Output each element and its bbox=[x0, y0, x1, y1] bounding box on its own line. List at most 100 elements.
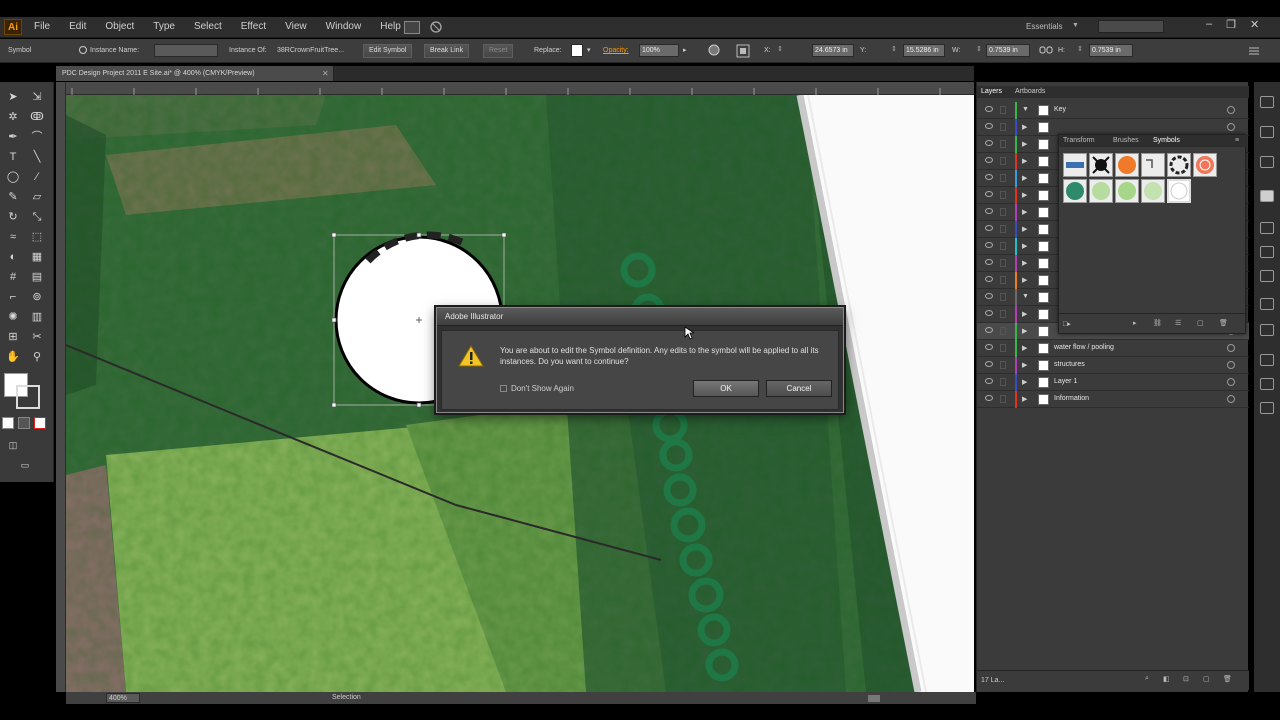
lock-toggle-icon[interactable] bbox=[1000, 208, 1006, 216]
zoom-tool-icon[interactable]: ⚲ bbox=[28, 348, 46, 366]
lock-toggle-icon[interactable] bbox=[1000, 259, 1006, 267]
visibility-eye-icon[interactable] bbox=[985, 395, 993, 401]
target-icon[interactable] bbox=[1227, 123, 1235, 131]
lock-toggle-icon[interactable] bbox=[1000, 395, 1006, 403]
menu-window[interactable]: Window bbox=[326, 21, 362, 32]
delete-layer-icon[interactable]: 🗑 bbox=[1223, 675, 1232, 683]
blend-tool-icon[interactable]: ⊚ bbox=[28, 288, 46, 306]
artboard-tool-icon[interactable]: ⊞ bbox=[4, 328, 22, 346]
type-tool-icon[interactable]: T bbox=[4, 148, 22, 166]
checkbox-icon[interactable] bbox=[500, 385, 507, 392]
target-icon[interactable] bbox=[1227, 344, 1235, 352]
ellipse-tool-icon[interactable]: ◯ bbox=[4, 168, 22, 186]
lock-toggle-icon[interactable] bbox=[1000, 140, 1006, 148]
delete-symbol-icon[interactable]: 🗑 bbox=[1219, 319, 1228, 327]
new-symbol-icon[interactable]: ▢ bbox=[1197, 319, 1204, 327]
lock-toggle-icon[interactable] bbox=[1000, 174, 1006, 182]
h-stepper-icon[interactable]: ⇕ bbox=[1077, 45, 1083, 53]
symbol-libraries-menu[interactable]: □▸ bbox=[1063, 320, 1071, 328]
recolor-icon[interactable] bbox=[708, 44, 720, 56]
chevron-right-icon[interactable]: ▶ bbox=[1022, 208, 1027, 216]
align-panel-icon[interactable] bbox=[1260, 354, 1274, 366]
curvature-tool-icon[interactable]: ⌒ bbox=[28, 128, 46, 146]
dont-show-again-checkbox[interactable]: Don't Show Again bbox=[500, 384, 574, 393]
align-icon[interactable] bbox=[736, 44, 750, 58]
vertical-ruler[interactable] bbox=[56, 82, 66, 692]
hand-tool-icon[interactable]: ✋ bbox=[4, 348, 22, 366]
make-clipping-mask-icon[interactable]: ◧ bbox=[1163, 675, 1170, 683]
chevron-right-icon[interactable]: ▶ bbox=[1022, 276, 1027, 284]
lock-toggle-icon[interactable] bbox=[1000, 106, 1006, 114]
pencil-tool-icon[interactable]: ✎ bbox=[4, 188, 22, 206]
symbol-swatch[interactable] bbox=[1063, 179, 1087, 203]
maximize-button[interactable]: ❐ bbox=[1226, 18, 1236, 31]
visibility-eye-icon[interactable] bbox=[985, 191, 993, 197]
chevron-right-icon[interactable]: ▶ bbox=[1022, 140, 1027, 148]
transform-panel-icon[interactable] bbox=[1260, 402, 1274, 414]
menu-type[interactable]: Type bbox=[153, 21, 175, 32]
close-icon[interactable]: ✕ bbox=[322, 66, 329, 81]
symbols-panel-icon[interactable] bbox=[1260, 190, 1274, 202]
new-layer-icon[interactable]: ▢ bbox=[1203, 675, 1210, 683]
chevron-right-icon[interactable]: ▸ bbox=[683, 46, 687, 54]
constrain-proportions-icon[interactable] bbox=[1039, 45, 1053, 55]
symbol-options-icon[interactable]: ☰ bbox=[1175, 319, 1181, 327]
transparency-panel-icon[interactable] bbox=[1260, 270, 1274, 282]
visibility-eye-icon[interactable] bbox=[985, 174, 993, 180]
locate-object-icon[interactable]: ⌕ bbox=[1145, 675, 1149, 683]
chevron-right-icon[interactable]: ▶ bbox=[1022, 174, 1027, 182]
y-stepper-icon[interactable]: ⇕ bbox=[891, 45, 897, 53]
visibility-eye-icon[interactable] bbox=[985, 242, 993, 248]
gradient-tool-icon[interactable]: ▤ bbox=[28, 268, 46, 286]
break-link-button[interactable]: Break Link bbox=[424, 44, 470, 58]
rotate-tool-icon[interactable]: ↻ bbox=[4, 208, 22, 226]
instance-name-input[interactable] bbox=[154, 44, 218, 57]
lock-toggle-icon[interactable] bbox=[1000, 242, 1006, 250]
chevron-right-icon[interactable]: ▶ bbox=[1022, 327, 1027, 335]
document-tab[interactable]: PDC Design Project 2011 E Site.ai* @ 400… bbox=[56, 66, 334, 81]
visibility-eye-icon[interactable] bbox=[985, 208, 993, 214]
edit-symbol-button[interactable]: Edit Symbol bbox=[363, 44, 413, 58]
chevron-down-icon[interactable]: ▼ bbox=[1022, 106, 1029, 113]
replace-symbol-swatch[interactable] bbox=[571, 44, 583, 57]
chevron-right-icon[interactable]: ▶ bbox=[1022, 225, 1027, 233]
visibility-eye-icon[interactable] bbox=[985, 106, 993, 112]
chevron-right-icon[interactable]: ▶ bbox=[1022, 123, 1027, 131]
perspective-grid-tool-icon[interactable]: ▦ bbox=[28, 248, 46, 266]
zoom-level-input[interactable]: 400% bbox=[106, 693, 140, 703]
lock-toggle-icon[interactable] bbox=[1000, 225, 1006, 233]
place-symbol-icon[interactable]: ▸ bbox=[1133, 319, 1137, 327]
new-sublayer-icon[interactable]: ⊡ bbox=[1183, 675, 1189, 683]
paintbrush-tool-icon[interactable]: ⁄ bbox=[28, 168, 46, 186]
lock-toggle-icon[interactable] bbox=[1000, 344, 1006, 352]
eyedropper-tool-icon[interactable]: ⌐ bbox=[4, 288, 22, 306]
visibility-eye-icon[interactable] bbox=[985, 157, 993, 163]
visibility-eye-icon[interactable] bbox=[985, 259, 993, 265]
visibility-eye-icon[interactable] bbox=[985, 123, 993, 129]
y-input[interactable]: 15.5286 in bbox=[903, 44, 945, 57]
brushes-panel-icon[interactable] bbox=[1260, 156, 1274, 168]
visibility-eye-icon[interactable] bbox=[985, 378, 993, 384]
break-link-icon[interactable]: ⛓ bbox=[1153, 319, 1162, 327]
magic-wand-tool-icon[interactable]: ✲ bbox=[4, 108, 22, 126]
eraser-tool-icon[interactable]: ▱ bbox=[28, 188, 46, 206]
color-mode-icon[interactable] bbox=[2, 417, 14, 429]
layer-row[interactable]: ▶ water flow / pooling bbox=[977, 340, 1249, 357]
horizontal-ruler[interactable] bbox=[64, 82, 974, 95]
chevron-right-icon[interactable]: ▶ bbox=[1022, 361, 1027, 369]
layer-name[interactable]: Layer 1 bbox=[1054, 378, 1077, 385]
selection-tool-icon[interactable]: ➤ bbox=[4, 88, 22, 106]
symbol-swatch[interactable] bbox=[1193, 153, 1217, 177]
symbol-swatch[interactable] bbox=[1115, 153, 1139, 177]
stroke-panel-icon[interactable] bbox=[1260, 222, 1274, 234]
mesh-tool-icon[interactable]: # bbox=[4, 268, 22, 286]
w-stepper-icon[interactable]: ⇕ bbox=[976, 45, 982, 53]
appearance-panel-icon[interactable] bbox=[1260, 298, 1274, 310]
layer-row[interactable]: ▶ structures bbox=[977, 357, 1249, 374]
close-button[interactable]: ✕ bbox=[1250, 18, 1259, 31]
menu-select[interactable]: Select bbox=[194, 21, 222, 32]
layer-row[interactable]: ▼ Key bbox=[977, 102, 1249, 119]
x-stepper-icon[interactable]: ⇕ bbox=[777, 45, 783, 53]
target-icon[interactable] bbox=[1227, 106, 1235, 114]
symbol-swatch[interactable] bbox=[1063, 153, 1087, 177]
